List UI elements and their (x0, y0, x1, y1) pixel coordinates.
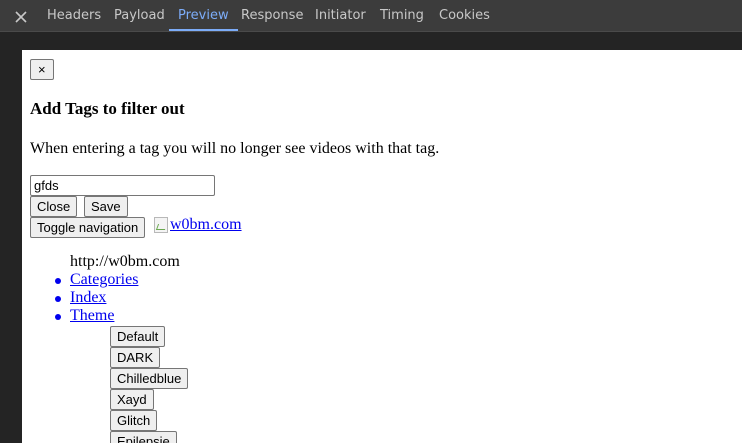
preview-pane: × Add Tags to filter out When entering a… (22, 50, 742, 443)
modal-description: When entering a tag you will no longer s… (30, 140, 440, 157)
brand-text: http://w0bm.com (70, 253, 180, 270)
close-icon[interactable] (13, 9, 29, 25)
tab-initiator[interactable]: Initiator (306, 0, 375, 31)
list-bullet (55, 314, 61, 320)
list-bullet (55, 296, 61, 302)
nav-link-theme[interactable]: Theme (70, 307, 114, 325)
theme-default-button[interactable]: Default (110, 326, 166, 347)
devtools-gap (0, 32, 742, 50)
nav-link-index[interactable]: Index (70, 289, 106, 307)
tab-timing[interactable]: Timing (371, 0, 433, 31)
tab-cookies[interactable]: Cookies (430, 0, 499, 31)
tab-response[interactable]: Response (232, 0, 312, 31)
tab-preview[interactable]: Preview (169, 0, 238, 31)
toggle-navigation-button[interactable]: Toggle navigation (30, 217, 146, 238)
devtools-left-strip (0, 50, 22, 443)
theme-chilledblue-button[interactable]: Chilledblue (110, 368, 189, 389)
theme-xayd-button[interactable]: Xayd (110, 389, 154, 410)
list-bullet (55, 278, 61, 284)
theme-glitch-button[interactable]: Glitch (110, 410, 158, 431)
devtools-tab-bar: Headers Payload Preview Response Initiat… (0, 0, 742, 32)
broken-image-icon (154, 217, 168, 233)
logo-link[interactable]: w0bm.com (154, 216, 242, 234)
modal-heading: Add Tags to filter out (30, 99, 185, 118)
close-button[interactable]: Close (30, 196, 78, 217)
tag-input[interactable] (30, 175, 215, 196)
dismiss-button[interactable]: × (30, 59, 54, 80)
theme-dark-button[interactable]: DARK (110, 347, 161, 368)
tab-payload[interactable]: Payload (105, 0, 174, 31)
theme-epilepsie-button[interactable]: Epilepsie (110, 431, 177, 443)
tab-headers[interactable]: Headers (38, 0, 110, 31)
nav-link-categories[interactable]: Categories (70, 271, 138, 289)
logo-alt-text: w0bm.com (170, 216, 242, 233)
save-button[interactable]: Save (84, 196, 128, 217)
